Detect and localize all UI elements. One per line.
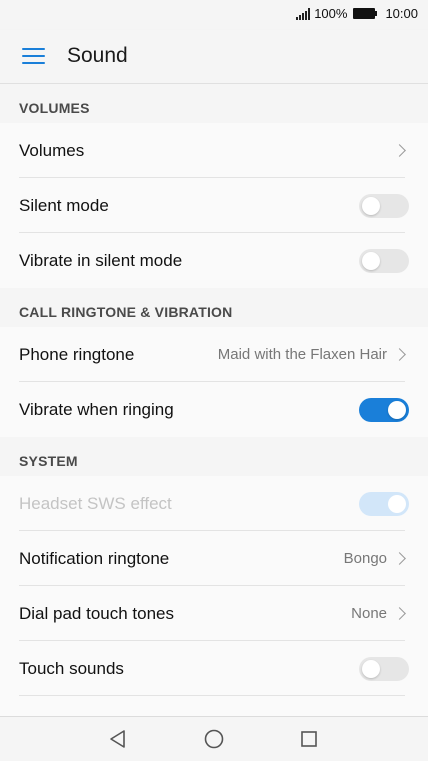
section-header-call-ringtone: CALL RINGTONE & VIBRATION	[0, 288, 428, 327]
setting-value: Maid with the Flaxen Hair	[217, 346, 387, 363]
setting-dial-pad-touch-tones[interactable]: Dial pad touch tones None	[0, 586, 428, 641]
page-title: Sound	[67, 44, 128, 67]
setting-label: Vibrate in silent mode	[19, 250, 183, 270]
chevron-right-icon	[393, 607, 406, 620]
setting-phone-ringtone[interactable]: Phone ringtone Maid with the Flaxen Hair	[0, 327, 428, 382]
setting-value: None	[351, 605, 387, 622]
clock: 10:00	[385, 6, 418, 21]
settings-list[interactable]: VOLUMES Volumes Silent mode Vibrate in s…	[0, 84, 428, 716]
touch-sounds-toggle[interactable]	[359, 656, 409, 681]
setting-label: Touch sounds	[19, 658, 124, 678]
setting-label: Headset SWS effect	[19, 493, 172, 513]
battery-percent: 100%	[314, 6, 348, 21]
setting-vibrate-in-silent-mode[interactable]: Vibrate in silent mode	[0, 233, 428, 288]
setting-value: Bongo	[343, 550, 387, 567]
section-call-ringtone: Phone ringtone Maid with the Flaxen Hair…	[0, 327, 428, 437]
app-bar: Sound	[0, 30, 428, 84]
setting-notification-ringtone[interactable]: Notification ringtone Bongo	[0, 531, 428, 586]
recents-icon[interactable]	[298, 728, 320, 750]
setting-silent-mode[interactable]: Silent mode	[0, 178, 428, 233]
headset-sws-effect-toggle	[359, 491, 409, 516]
setting-headset-sws-effect: Headset SWS effect	[0, 476, 428, 531]
battery-icon	[353, 8, 378, 19]
setting-volumes[interactable]: Volumes	[0, 123, 428, 178]
section-header-volumes: VOLUMES	[0, 84, 428, 123]
signal-icon	[296, 7, 311, 20]
vibrate-in-silent-mode-toggle[interactable]	[359, 248, 409, 273]
status-bar: 100% 10:00	[0, 0, 428, 30]
setting-label: Volumes	[19, 140, 85, 160]
hamburger-menu-icon[interactable]	[22, 48, 45, 65]
section-header-label: SYSTEM	[19, 453, 78, 469]
setting-partial-next[interactable]	[0, 696, 428, 716]
section-header-label: CALL RINGTONE & VIBRATION	[19, 304, 233, 320]
home-icon[interactable]	[203, 728, 225, 750]
setting-label: Silent mode	[19, 195, 109, 215]
status-indicators: 100% 10:00	[296, 6, 418, 21]
setting-label: Notification ringtone	[19, 548, 170, 568]
setting-label: Vibrate when ringing	[19, 399, 174, 419]
chevron-right-icon	[393, 552, 406, 565]
section-header-system: SYSTEM	[0, 437, 428, 476]
setting-label: Phone ringtone	[19, 344, 135, 364]
chevron-right-icon	[393, 348, 406, 361]
section-header-label: VOLUMES	[19, 100, 90, 116]
silent-mode-toggle[interactable]	[359, 193, 409, 218]
section-volumes: Volumes Silent mode Vibrate in silent mo…	[0, 123, 428, 288]
back-icon[interactable]	[107, 728, 129, 750]
setting-label: Dial pad touch tones	[19, 603, 174, 623]
navigation-bar	[0, 716, 428, 761]
section-system: Headset SWS effect Notification ringtone…	[0, 476, 428, 716]
setting-touch-sounds[interactable]: Touch sounds	[0, 641, 428, 696]
chevron-right-icon	[393, 144, 406, 157]
vibrate-when-ringing-toggle[interactable]	[359, 397, 409, 422]
setting-vibrate-when-ringing[interactable]: Vibrate when ringing	[0, 382, 428, 437]
